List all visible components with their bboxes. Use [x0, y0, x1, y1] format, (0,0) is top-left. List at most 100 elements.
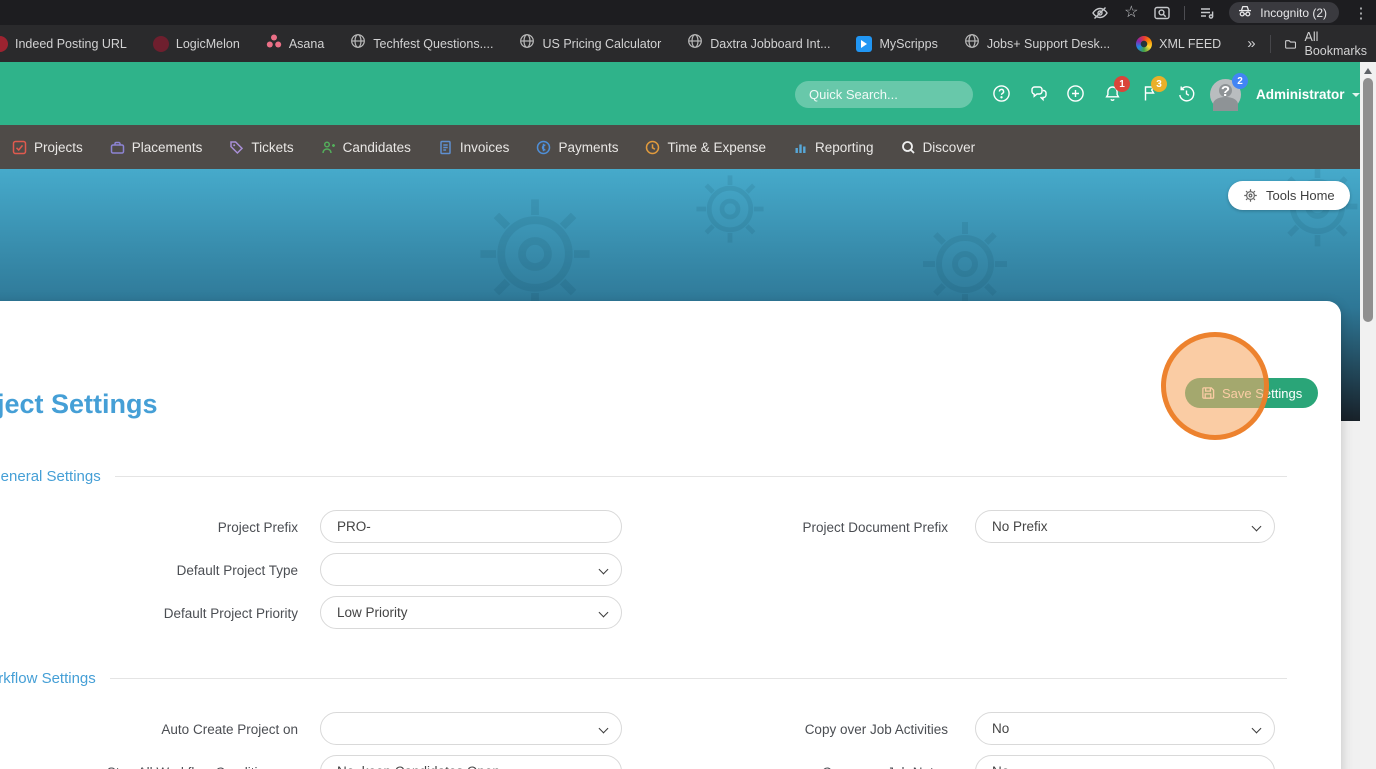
section-title: General Settings — [0, 468, 101, 485]
chevron-down-icon — [598, 564, 609, 575]
project-prefix-input[interactable] — [320, 510, 622, 543]
nav-item-invoices[interactable]: Invoices — [438, 140, 509, 155]
asana-favicon — [266, 33, 282, 54]
globe-favicon — [350, 33, 366, 54]
bookmark-indeed[interactable]: Indeed Posting URL — [0, 35, 127, 52]
indeed-favicon — [0, 35, 8, 52]
nav-item-time-expense[interactable]: Time & Expense — [645, 140, 766, 155]
ticket-icon — [230, 140, 244, 154]
bookmark-star-icon[interactable]: ☆ — [1122, 4, 1140, 22]
label-stop-workflow-conditions: Stop All Workflow Conditions on — [40, 765, 298, 769]
nav-item-projects[interactable]: Projects — [12, 140, 83, 155]
section-workflow-settings: Workflow Settings — [0, 670, 1287, 687]
chevron-down-icon — [1351, 92, 1360, 97]
auto-create-project-on-select[interactable] — [320, 712, 622, 745]
screen: ☆ Incognito (2) ⋮ Indeed Posting URL Log… — [0, 0, 1376, 769]
page-title: Project Settings — [0, 389, 158, 419]
avatar[interactable]: ? 2 — [1210, 73, 1248, 111]
bookmark-asana[interactable]: Asana — [266, 33, 324, 54]
browser-menu-icon[interactable]: ⋮ — [1352, 4, 1370, 22]
incognito-icon — [1237, 3, 1253, 22]
chevron-down-icon — [598, 607, 609, 618]
section-general-settings: General Settings — [0, 468, 1287, 485]
gear-icon — [1244, 189, 1257, 202]
chevron-down-icon — [598, 723, 609, 734]
default-project-priority-select[interactable]: Low Priority — [320, 596, 622, 629]
toolbar-divider — [1184, 5, 1186, 20]
copy-over-job-notes-select[interactable]: No — [975, 755, 1275, 769]
quick-search-input[interactable] — [795, 81, 973, 108]
nav-item-payments[interactable]: Payments — [536, 140, 618, 155]
globe-favicon — [519, 33, 535, 54]
nav-item-discover[interactable]: Discover — [901, 140, 975, 155]
module-nav: Projects Placements Tickets Candidates I… — [0, 125, 1360, 169]
scrollbar-up-arrow[interactable] — [1364, 68, 1372, 74]
tools-home-button[interactable]: Tools Home — [1228, 181, 1350, 210]
copy-over-job-activities-select[interactable]: No — [975, 712, 1275, 745]
logicmelon-favicon — [152, 35, 169, 52]
rss-favicon — [1136, 35, 1153, 52]
tab-search-icon[interactable] — [1153, 4, 1171, 22]
clock-icon — [646, 140, 660, 154]
help-icon[interactable] — [992, 84, 1011, 103]
section-divider — [109, 678, 1287, 679]
bookmarks-divider — [1269, 34, 1271, 53]
nav-item-placements[interactable]: Placements — [110, 140, 202, 155]
label-project-document-prefix: Project Document Prefix — [802, 520, 948, 535]
label-default-project-priority: Default Project Priority — [163, 606, 298, 621]
project-document-prefix-select[interactable]: No Prefix — [975, 510, 1275, 543]
document-icon — [440, 140, 451, 154]
history-icon[interactable] — [1177, 84, 1196, 103]
save-icon — [1202, 387, 1215, 399]
person-icon — [321, 140, 335, 153]
add-icon[interactable] — [1066, 84, 1085, 103]
folder-icon — [1285, 39, 1297, 49]
section-divider — [114, 476, 1287, 477]
briefcase-icon — [110, 141, 125, 154]
chevron-down-icon — [1251, 521, 1262, 532]
user-name: Administrator — [1256, 87, 1345, 102]
notification-badge: 1 — [1114, 76, 1130, 92]
bookmark-us-pricing[interactable]: US Pricing Calculator — [519, 33, 661, 54]
scrollbar-thumb[interactable] — [1363, 78, 1373, 322]
notifications-bell-icon[interactable]: 1 — [1103, 76, 1130, 103]
label-default-project-type: Default Project Type — [176, 563, 298, 578]
label-project-prefix: Project Prefix — [217, 520, 298, 535]
bookmarks-bar: Indeed Posting URL LogicMelon Asana Tech… — [0, 25, 1376, 62]
bookmark-techfest[interactable]: Techfest Questions.... — [350, 33, 493, 54]
reading-list-icon[interactable] — [1198, 4, 1216, 22]
myscripps-favicon — [856, 35, 873, 52]
incognito-label: Incognito (2) — [1260, 5, 1327, 20]
bookmark-jobs-support[interactable]: Jobs+ Support Desk... — [964, 33, 1110, 54]
bookmarks-overflow-chevron[interactable]: » — [1247, 35, 1255, 52]
incognito-badge[interactable]: Incognito (2) — [1229, 2, 1339, 23]
eye-off-icon[interactable] — [1091, 4, 1109, 22]
coin-icon — [537, 140, 551, 154]
globe-favicon — [964, 33, 980, 54]
label-copy-over-job-notes: Copy over Job Notes — [690, 765, 948, 769]
bar-chart-icon — [795, 144, 806, 153]
search-icon — [901, 140, 915, 154]
vertical-scrollbar[interactable] — [1360, 62, 1376, 769]
chat-icon[interactable] — [1029, 84, 1048, 103]
bookmark-daxtra[interactable]: Daxtra Jobboard Int... — [687, 33, 830, 54]
default-project-type-select[interactable] — [320, 553, 622, 586]
flag-badge: 3 — [1151, 76, 1167, 92]
browser-titlebar: ☆ Incognito (2) ⋮ — [0, 0, 1376, 25]
nav-item-tickets[interactable]: Tickets — [229, 140, 294, 155]
all-bookmarks-button[interactable]: All Bookmarks — [1284, 30, 1370, 58]
bookmark-myscripps[interactable]: MyScripps — [856, 35, 938, 52]
label-copy-over-job-activities: Copy over Job Activities — [804, 722, 948, 737]
globe-favicon — [687, 33, 703, 54]
bookmark-logicmelon[interactable]: LogicMelon — [152, 35, 240, 52]
stop-workflow-conditions-select[interactable]: No, keep Candidates Open — [320, 755, 622, 769]
user-menu[interactable]: Administrator — [1256, 87, 1360, 102]
flag-icon[interactable]: 3 — [1140, 76, 1167, 103]
chevron-down-icon — [1251, 723, 1262, 734]
nav-item-reporting[interactable]: Reporting — [793, 140, 874, 155]
bookmark-xml-feed[interactable]: XML FEED — [1136, 35, 1221, 52]
label-auto-create-project-on: Auto Create Project on — [161, 722, 298, 737]
save-settings-button[interactable]: Save Settings — [1185, 378, 1319, 408]
section-title: Workflow Settings — [0, 670, 96, 687]
nav-item-candidates[interactable]: Candidates — [321, 140, 411, 155]
